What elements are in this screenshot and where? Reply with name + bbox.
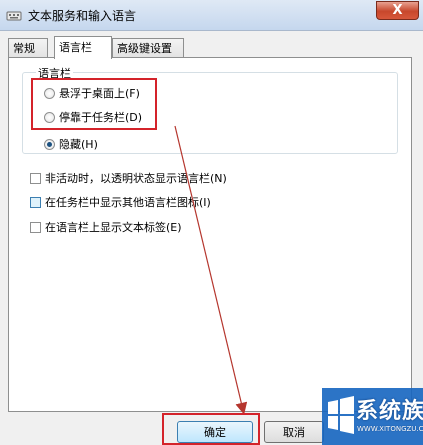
cancel-button[interactable]: 取消 — [264, 421, 324, 443]
pointer-arrow — [174, 125, 248, 415]
watermark-url: WWW.XITONGZU.COM — [357, 425, 423, 433]
tab-language-bar[interactable]: 语言栏 — [54, 36, 112, 59]
watermark-brand: 系统族 — [356, 399, 423, 424]
highlight-box — [162, 413, 260, 445]
